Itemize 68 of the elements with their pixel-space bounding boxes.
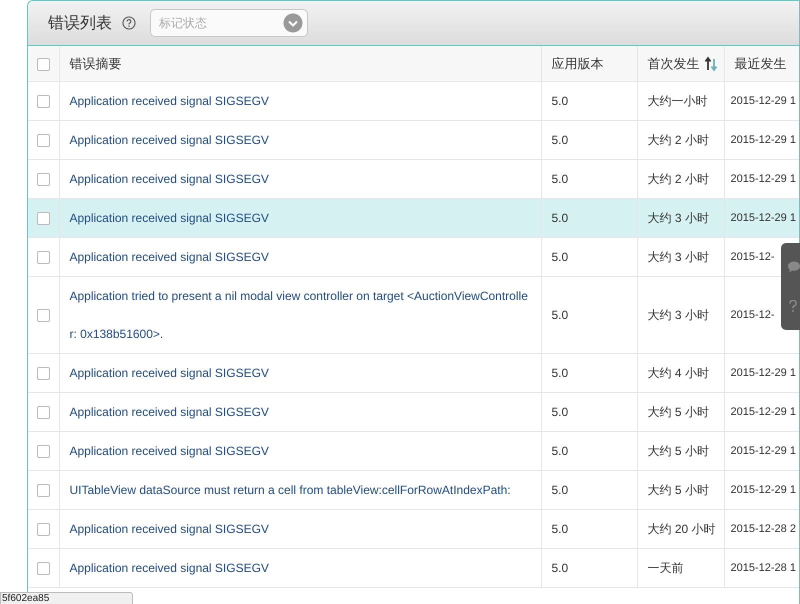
- error-summary-link[interactable]: Application received signal SIGSEGV: [70, 354, 530, 392]
- sort-icon[interactable]: [704, 56, 718, 72]
- last-occurrence-cell: 2015-12-28 2: [730, 523, 796, 535]
- checkbox[interactable]: [36, 95, 50, 108]
- first-occurrence-cell: 大约 5 小时: [648, 444, 709, 458]
- checkbox[interactable]: [36, 251, 50, 264]
- checkbox[interactable]: [36, 58, 50, 72]
- checkbox[interactable]: [36, 309, 50, 322]
- first-occurrence-cell: 一天前: [648, 560, 684, 574]
- first-occurrence-cell: 大约 4 小时: [648, 366, 709, 380]
- last-occurrence-cell: 2015-12-: [730, 309, 775, 321]
- error-summary-link[interactable]: Application received signal SIGSEGV: [70, 121, 530, 159]
- checkbox[interactable]: [36, 562, 50, 576]
- status-filter-field[interactable]: 标记状态: [150, 9, 308, 37]
- checkbox[interactable]: [36, 523, 50, 536]
- version-cell: 5.0: [552, 405, 568, 419]
- error-summary-link[interactable]: Application received signal SIGSEGV: [70, 160, 530, 198]
- last-occurrence-cell: 2015-12-29 1: [730, 367, 796, 379]
- checkbox[interactable]: [36, 134, 50, 148]
- status-url: 5f602ea85: [0, 592, 133, 604]
- version-cell: 5.0: [552, 94, 568, 108]
- version-cell: 5.0: [552, 483, 568, 497]
- first-occurrence-cell: 大约 2 小时: [648, 172, 709, 186]
- last-occurrence-cell: 2015-12-: [730, 251, 775, 263]
- last-occurrence-cell: 2015-12-29 1: [730, 173, 796, 185]
- error-summary-link[interactable]: Application tried to present a nil modal view controller on target <AuctionViewController: 0x138b51600>.: [70, 277, 530, 353]
- version-cell: 5.0: [552, 250, 568, 264]
- version-cell: 5.0: [552, 308, 568, 322]
- last-occurrence-cell: 2015-12-29 1: [730, 95, 796, 107]
- version-cell: 5.0: [552, 133, 568, 147]
- version-cell: 5.0: [552, 366, 568, 380]
- last-occurrence-cell: 2015-12-28 1: [730, 562, 796, 574]
- version-cell: 5.0: [552, 172, 568, 186]
- first-occurrence-cell: 大约一小时: [648, 94, 708, 108]
- error-summary-link[interactable]: Application received signal SIGSEGV: [70, 549, 530, 587]
- version-cell: 5.0: [552, 444, 568, 458]
- first-occurrence-cell: 大约 5 小时: [648, 482, 709, 496]
- error-summary-link[interactable]: Application received signal SIGSEGV: [70, 393, 530, 431]
- panel-title: 错误列表: [48, 14, 112, 34]
- checkbox[interactable]: [36, 406, 50, 420]
- version-cell: 5.0: [552, 522, 568, 536]
- error-summary-link[interactable]: Application received signal SIGSEGV: [70, 510, 530, 548]
- help-icon[interactable]: [122, 16, 136, 30]
- checkbox[interactable]: [36, 173, 50, 186]
- error-summary-link[interactable]: Application received signal SIGSEGV: [70, 82, 530, 120]
- version-cell: 5.0: [552, 561, 568, 575]
- last-occurrence-cell: 2015-12-29 1: [730, 484, 796, 496]
- error-summary-link[interactable]: Application received signal SIGSEGV: [70, 238, 530, 276]
- first-occurrence-cell: 大约 2 小时: [648, 132, 709, 146]
- error-summary-link[interactable]: Application received signal SIGSEGV: [70, 432, 530, 470]
- chat-icon[interactable]: [787, 260, 800, 274]
- error-summary-link[interactable]: UITableView dataSource must return a cell from tableView:cellForRowAtIndexPath:: [70, 471, 530, 509]
- first-occurrence-cell: 大约 3 小时: [648, 210, 709, 224]
- first-occurrence-cell: 大约 3 小时: [648, 250, 709, 264]
- last-occurrence-cell: 2015-12-29 1: [730, 134, 796, 146]
- first-occurrence-cell: 大约 20 小时: [648, 522, 716, 536]
- checkbox[interactable]: [36, 484, 50, 498]
- last-occurrence-cell: 2015-12-29 1: [730, 406, 796, 418]
- last-occurrence-cell: 2015-12-29 1: [730, 445, 796, 457]
- first-occurrence-cell: 大约 3 小时: [648, 308, 709, 322]
- checkbox[interactable]: [36, 367, 50, 380]
- column-header[interactable]: 错误摘要: [70, 54, 122, 72]
- checkbox[interactable]: [36, 445, 50, 458]
- last-occurrence-cell: 2015-12-29 1: [730, 212, 796, 224]
- caret-icon: [283, 13, 303, 33]
- first-occurrence-cell: 大约 5 小时: [648, 404, 709, 418]
- checkbox[interactable]: [36, 212, 50, 226]
- version-cell: 5.0: [552, 211, 568, 225]
